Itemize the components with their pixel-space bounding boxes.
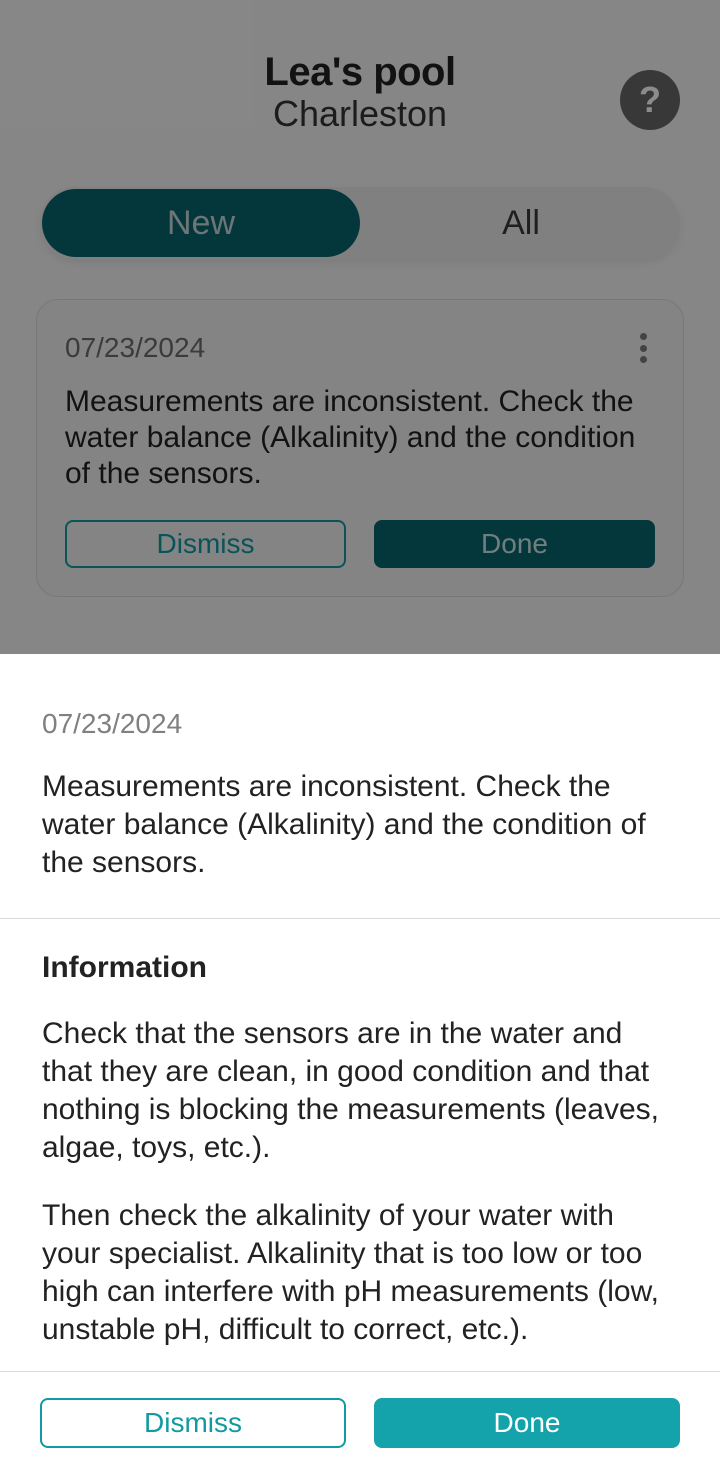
sheet-date: 07/23/2024 bbox=[42, 708, 678, 740]
information-paragraph: Then check the alkalinity of your water … bbox=[42, 1197, 678, 1349]
sheet-footer: Dismiss Done bbox=[0, 1371, 720, 1480]
sheet-dismiss-button[interactable]: Dismiss bbox=[40, 1398, 346, 1448]
divider bbox=[0, 918, 720, 919]
information-heading: Information bbox=[42, 951, 678, 985]
information-body: Check that the sensors are in the water … bbox=[42, 1015, 678, 1349]
sheet-message: Measurements are inconsistent. Check the… bbox=[42, 768, 678, 882]
notification-detail-sheet: 07/23/2024 Measurements are inconsistent… bbox=[0, 654, 720, 1480]
sheet-done-button[interactable]: Done bbox=[374, 1398, 680, 1448]
information-paragraph: Check that the sensors are in the water … bbox=[42, 1015, 678, 1167]
